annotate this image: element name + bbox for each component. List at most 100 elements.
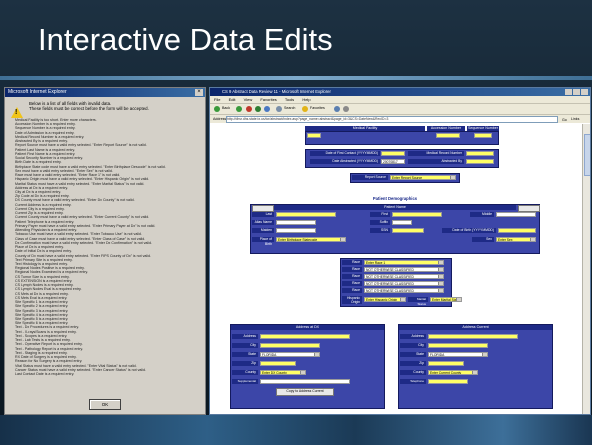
maximize-icon[interactable] [573, 89, 580, 95]
sex-select[interactable]: Enter Sex [496, 237, 536, 242]
chevron-down-icon[interactable] [472, 371, 477, 374]
scrollbar-thumb[interactable] [584, 134, 590, 176]
refresh-icon[interactable] [255, 106, 261, 112]
menu-view[interactable]: View [244, 97, 253, 102]
dialog-titlebar[interactable]: Microsoft Internet Explorer × [5, 88, 205, 97]
middle-name-input[interactable] [496, 212, 536, 217]
cur-county-select[interactable]: Enter Current County [428, 370, 478, 375]
cur-address-input[interactable] [428, 334, 518, 339]
chevron-down-icon[interactable] [450, 176, 455, 179]
ssn-input[interactable] [392, 228, 424, 233]
chevron-down-icon[interactable] [438, 282, 443, 285]
copy-to-address-current-button[interactable]: Copy to Address Current [276, 388, 334, 396]
links-label[interactable]: Links [571, 115, 579, 123]
dx-state-select[interactable]: FLORIDA [260, 352, 320, 357]
search-icon[interactable] [276, 106, 282, 112]
race-2-select[interactable]: NOT OTHERWISE CLASSIFIED [364, 267, 444, 272]
medical-facility-input[interactable] [307, 133, 321, 138]
dx-zip-input[interactable] [260, 361, 296, 366]
chevron-down-icon[interactable] [438, 275, 443, 278]
date-first-contact-input[interactable] [381, 151, 405, 156]
menu-bar: File Edit View Favorites Tools Help [210, 96, 590, 103]
dx-supplemental-input[interactable] [260, 379, 350, 384]
chevron-down-icon[interactable] [340, 238, 345, 241]
go-button[interactable]: Go [562, 116, 567, 124]
error-item: Last Contact Date is a required entry. [15, 372, 75, 377]
favorites-icon[interactable] [302, 106, 308, 112]
accession-number-input[interactable] [436, 133, 460, 138]
hispanic-origin-select[interactable]: Enter Hispanic Origin [364, 297, 406, 302]
place-of-birth-select[interactable]: Enter Birthplace Statecode [276, 237, 346, 242]
favorites-label[interactable]: Favorites [310, 106, 325, 110]
race-5-label: Race [342, 288, 362, 293]
mail-icon[interactable] [343, 106, 349, 112]
menu-favorites[interactable]: Favorites [260, 97, 276, 102]
abstracted-by-input[interactable] [466, 159, 494, 164]
chevron-down-icon[interactable] [400, 298, 405, 301]
menu-help[interactable]: Help [302, 97, 310, 102]
minimize-icon[interactable] [565, 89, 572, 95]
alias-name-input[interactable] [276, 220, 316, 225]
race-1-select[interactable]: Enter Race 1 [364, 260, 444, 265]
error-list: Medical Facility is too short. Enter mor… [15, 118, 201, 376]
error-dialog: Microsoft Internet Explorer × ! Below is… [4, 87, 206, 415]
place-of-birth-value: Enter Birthplace Statecode [278, 238, 318, 242]
date-abstracted-input[interactable]: 20070817 [381, 159, 405, 164]
dx-state-label: State [232, 352, 258, 357]
cur-city-input[interactable] [428, 343, 488, 348]
maiden-name-input[interactable] [276, 228, 316, 233]
close-icon[interactable]: × [195, 89, 203, 96]
address-input[interactable]: http://dhsr.dhs.state.tx.us/tcr/abstract… [226, 116, 558, 123]
chevron-down-icon[interactable] [300, 371, 305, 374]
sequence-number-input[interactable] [474, 133, 492, 138]
dob-input[interactable] [498, 228, 536, 233]
menu-file[interactable]: File [214, 97, 220, 102]
chevron-down-icon[interactable] [456, 298, 461, 301]
browser-titlebar[interactable]: CS 9 Abstract Data Review 11 - Microsoft… [210, 88, 590, 96]
suffix-input[interactable] [392, 220, 412, 225]
dx-county-select[interactable]: Enter DX County [260, 370, 306, 375]
chevron-down-icon[interactable] [438, 289, 443, 292]
close-icon[interactable] [581, 89, 588, 95]
page-content: Medical Facility Accession Number Sequen… [210, 124, 582, 414]
medical-record-number-input[interactable] [466, 151, 494, 156]
dx-address-label: Address [232, 334, 258, 339]
back-label[interactable]: Back [222, 106, 230, 110]
vertical-scrollbar[interactable] [582, 124, 590, 414]
chevron-down-icon[interactable] [530, 238, 535, 241]
search-label[interactable]: Search [284, 106, 295, 110]
telephone-input[interactable] [428, 379, 468, 384]
cur-address-label: Address [400, 334, 426, 339]
back-icon[interactable] [214, 106, 220, 112]
report-source-select[interactable]: Enter Report Source [390, 175, 456, 180]
demographics-title: Patient Demographics [372, 196, 418, 201]
last-name-input[interactable] [276, 212, 336, 217]
forward-icon[interactable] [236, 106, 242, 112]
demo-right-button[interactable] [518, 205, 540, 212]
cur-zip-input[interactable] [428, 361, 464, 366]
cur-state-select[interactable]: FLORIDA [428, 352, 488, 357]
marital-status-select[interactable]: Enter Marital Status [430, 297, 462, 302]
dx-city-input[interactable] [260, 343, 320, 348]
browser-window: CS 9 Abstract Data Review 11 - Microsoft… [209, 87, 591, 415]
menu-edit[interactable]: Edit [229, 97, 236, 102]
ok-button[interactable]: OK [89, 399, 121, 410]
chevron-down-icon[interactable] [438, 261, 443, 264]
chevron-down-icon[interactable] [314, 353, 319, 356]
history-icon[interactable] [334, 106, 340, 112]
chevron-down-icon[interactable] [438, 268, 443, 271]
race-3-select[interactable]: NOT OTHERWISE CLASSIFIED [364, 274, 444, 279]
home-icon[interactable] [264, 106, 270, 112]
maiden-label: Maiden [252, 228, 274, 233]
race-4-select[interactable]: NOT OTHERWISE CLASSIFIED [364, 281, 444, 286]
first-name-input[interactable] [392, 212, 442, 217]
demo-left-button[interactable] [252, 205, 274, 212]
dx-address-input[interactable] [260, 334, 350, 339]
stop-icon[interactable] [246, 106, 252, 112]
menu-tools[interactable]: Tools [285, 97, 294, 102]
race-5-select[interactable]: NOT OTHERWISE CLASSIFIED [364, 288, 444, 293]
race-2-label: Race [342, 267, 362, 272]
address-current-header: Address Current [399, 325, 552, 330]
chevron-down-icon[interactable] [482, 353, 487, 356]
toolbar: Back Search Favorites [210, 103, 590, 114]
